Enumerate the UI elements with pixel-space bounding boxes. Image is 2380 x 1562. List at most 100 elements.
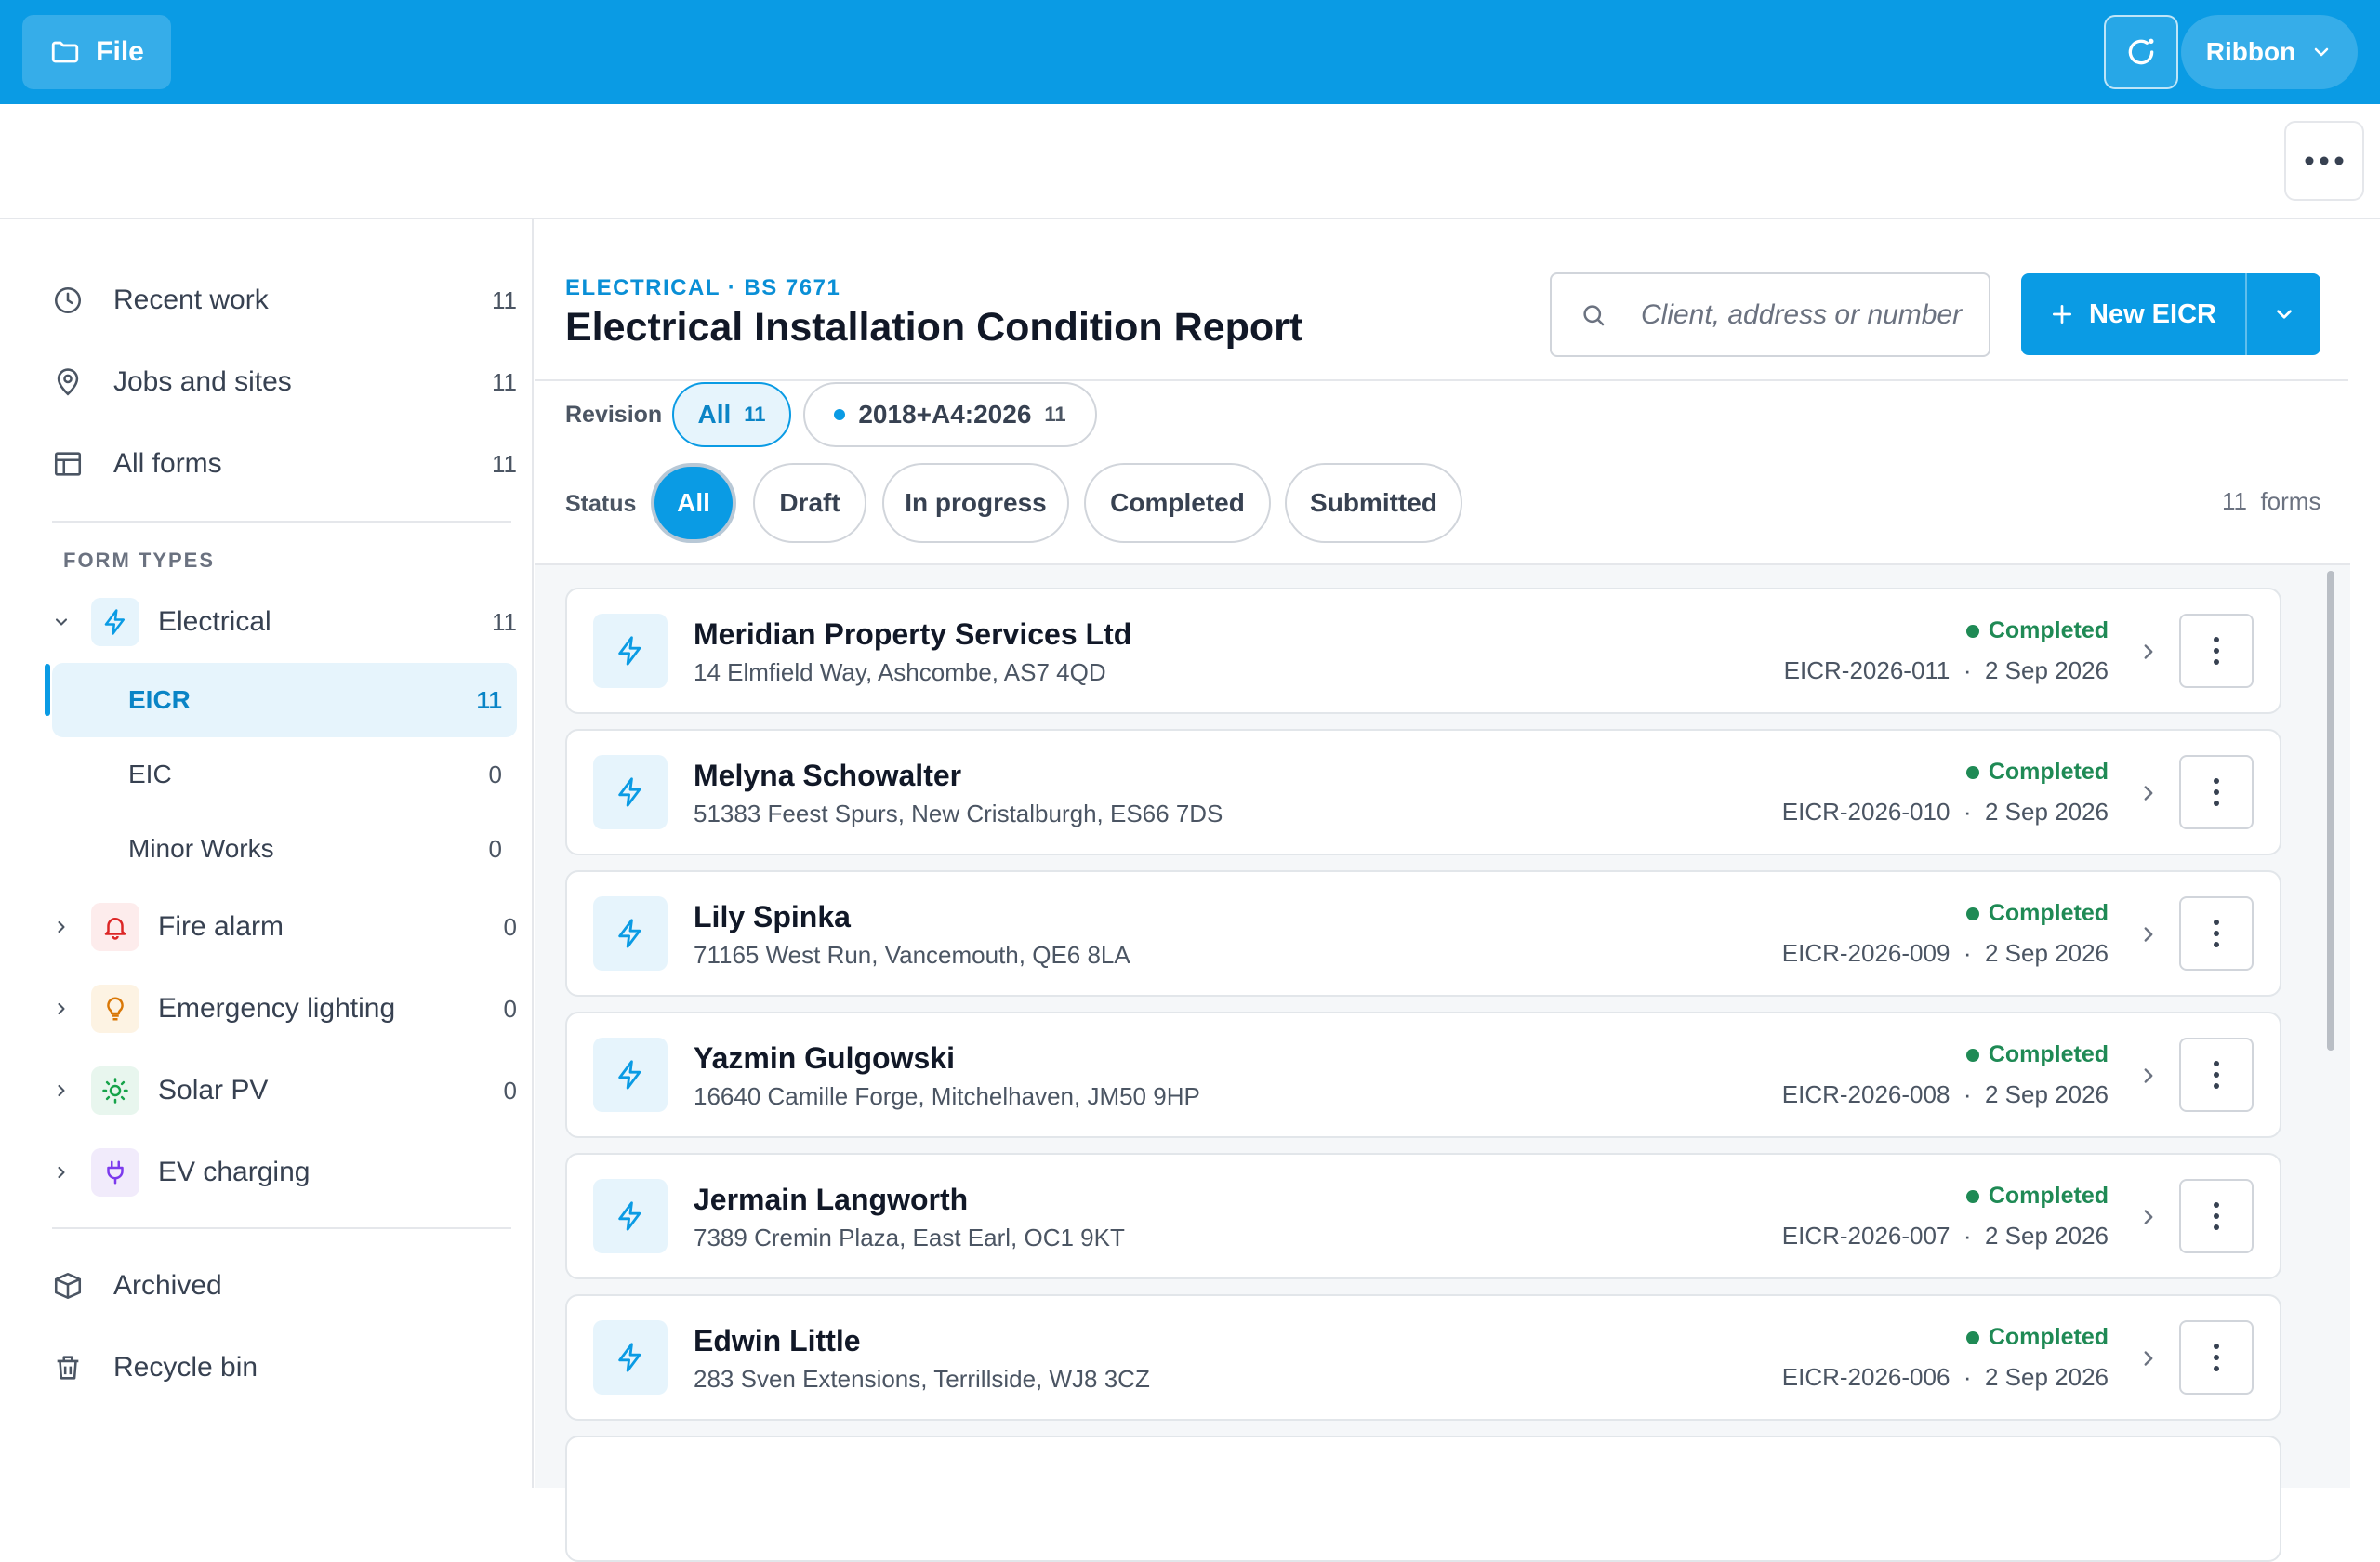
status-dot — [1965, 765, 1979, 779]
chevron-right-icon[interactable] — [52, 918, 80, 936]
scrollbar[interactable] — [2327, 571, 2334, 1051]
search-input[interactable] — [1639, 298, 1987, 332]
sidebar-item-eicr[interactable]: EICR 11 — [52, 663, 517, 737]
sun-icon — [91, 1066, 139, 1115]
record-menu-button[interactable] — [2179, 1038, 2254, 1112]
record-meta: EICR-2026-009 · 2 Sep 2026 — [1782, 939, 2109, 968]
sidebar-item-archived[interactable]: Archived — [52, 1253, 517, 1318]
form-type-fire-alarm[interactable]: Fire alarm 0 — [52, 894, 517, 960]
status-dot — [1965, 1189, 1979, 1203]
status-chip-draft[interactable]: Draft — [753, 463, 866, 543]
form-record-card[interactable]: Meridian Property Services Ltd 14 Elmfiel… — [565, 588, 2281, 714]
new-options-dropdown[interactable] — [2245, 273, 2320, 355]
record-date: 2 Sep 2026 — [1984, 1080, 2109, 1108]
more-options-button[interactable] — [2284, 121, 2364, 201]
plug-icon — [91, 1148, 139, 1197]
form-record-card[interactable]: Lily Spinka 71165 West Run, Vancemouth, Q… — [565, 870, 2281, 997]
sidebar-item-minor-works[interactable]: Minor Works 0 — [52, 812, 517, 886]
record-reference: EICR-2026-008 — [1781, 1080, 1950, 1108]
status-chip-completed[interactable]: Completed — [1084, 463, 1271, 543]
form-record-card[interactable] — [565, 1436, 2281, 1562]
chevron-right-icon[interactable] — [2136, 779, 2161, 807]
form-record-card[interactable]: Edwin Little 283 Sven Extensions, Terrill… — [565, 1294, 2281, 1421]
status-text: Completed — [1988, 1183, 2109, 1209]
new-eicr-button[interactable]: New EICR — [2021, 273, 2245, 355]
chevron-right-icon[interactable] — [2136, 920, 2161, 948]
chevron-down-icon[interactable] — [52, 613, 80, 631]
trash-icon — [52, 1352, 84, 1383]
record-menu-button[interactable] — [2179, 755, 2254, 829]
sub-item-count: 11 — [476, 685, 503, 714]
status-label: Status — [565, 491, 637, 517]
revision-chip-all[interactable]: All 11 — [672, 382, 791, 447]
status-badge: Completed — [1965, 1324, 2109, 1351]
search-box[interactable] — [1550, 272, 1990, 357]
record-client-name: Edwin Little — [694, 1324, 861, 1357]
chevron-right-icon[interactable] — [2136, 1062, 2161, 1090]
vertical-ellipsis-icon — [2214, 920, 2219, 947]
record-reference: EICR-2026-010 — [1781, 798, 1950, 826]
record-date: 2 Sep 2026 — [1984, 798, 2109, 826]
sub-item-count: 0 — [488, 834, 502, 863]
record-address: 71165 West Run, Vancemouth, QE6 8LA — [694, 941, 1130, 969]
status-dot — [1965, 907, 1979, 920]
record-client-name: Meridian Property Services Ltd — [694, 617, 1132, 651]
record-date: 2 Sep 2026 — [1984, 1222, 2109, 1250]
form-category-eyebrow: ELECTRICAL · BS 7671 — [565, 275, 841, 300]
meta-separator: · — [1963, 1222, 1972, 1250]
sync-button[interactable] — [2104, 15, 2178, 89]
record-client-name: Yazmin Gulgowski — [694, 1041, 955, 1075]
status-chip-submitted[interactable]: Submitted — [1285, 463, 1462, 543]
record-meta: EICR-2026-011 · 2 Sep 2026 — [1784, 656, 2109, 685]
form-record-card[interactable]: Melyna Schowalter 51383 Feest Spurs, New … — [565, 729, 2281, 855]
sidebar-item-recycle-bin[interactable]: Recycle bin — [52, 1335, 517, 1400]
meta-separator: · — [1963, 939, 1972, 967]
record-reference: EICR-2026-006 — [1781, 1363, 1950, 1391]
status-chip-all[interactable]: All — [651, 463, 736, 543]
ellipsis-icon — [2305, 156, 2344, 165]
active-indicator — [45, 664, 50, 716]
chip-label: In progress — [905, 488, 1047, 517]
form-type-emergency-lighting[interactable]: Emergency lighting 0 — [52, 976, 517, 1041]
form-record-card[interactable]: Yazmin Gulgowski 16640 Camille Forge, Mit… — [565, 1012, 2281, 1138]
sidebar-item-count: 11 — [492, 367, 517, 396]
form-type-label: Electrical — [158, 606, 271, 637]
record-menu-button[interactable] — [2179, 1320, 2254, 1395]
chevron-right-icon[interactable] — [52, 1081, 80, 1100]
form-record-card[interactable]: Jermain Langworth 7389 Cremin Plaza, East… — [565, 1153, 2281, 1279]
sidebar-item-jobs-and-sites[interactable]: Jobs and sites 11 — [52, 350, 517, 415]
form-type-electrical[interactable]: Electrical 11 — [52, 589, 517, 655]
record-menu-button[interactable] — [2179, 896, 2254, 971]
revision-label: Revision — [565, 402, 663, 428]
ribbon-toggle-button[interactable]: Ribbon — [2181, 15, 2358, 89]
lightning-icon — [593, 896, 668, 971]
record-menu-button[interactable] — [2179, 614, 2254, 688]
sidebar-item-label: Archived — [113, 1270, 222, 1301]
status-text: Completed — [1988, 617, 2109, 643]
chip-label: 2018+A4:2026 — [858, 400, 1032, 429]
sidebar-item-eic[interactable]: EIC 0 — [52, 737, 517, 812]
sidebar-item-all-forms[interactable]: All forms 11 — [52, 431, 517, 496]
form-type-count: 0 — [503, 994, 517, 1023]
sidebar-divider — [52, 1227, 511, 1229]
revision-chip-2018-a4-2026[interactable]: 2018+A4:2026 11 — [803, 382, 1097, 447]
form-type-ev-charging[interactable]: EV charging — [52, 1140, 517, 1205]
meta-separator: · — [1963, 798, 1972, 826]
meta-separator: · — [1963, 1363, 1972, 1391]
record-menu-button[interactable] — [2179, 1179, 2254, 1253]
sidebar-item-recent-work[interactable]: Recent work 11 — [52, 268, 517, 333]
chevron-right-icon[interactable] — [2136, 638, 2161, 666]
chevron-right-icon[interactable] — [2136, 1203, 2161, 1231]
map-pin-icon — [52, 366, 84, 398]
chevron-right-icon[interactable] — [52, 1163, 80, 1182]
status-badge: Completed — [1965, 1041, 2109, 1068]
sidebar-item-count: 11 — [492, 449, 517, 478]
form-type-label: EV charging — [158, 1157, 311, 1187]
file-button[interactable]: File — [22, 15, 171, 89]
lightning-icon — [593, 614, 668, 688]
chevron-right-icon[interactable] — [52, 999, 80, 1018]
chevron-right-icon[interactable] — [2136, 1344, 2161, 1372]
form-type-solar-pv[interactable]: Solar PV 0 — [52, 1058, 517, 1123]
status-dot — [1965, 1330, 1979, 1344]
status-chip-in-progress[interactable]: In progress — [882, 463, 1069, 543]
